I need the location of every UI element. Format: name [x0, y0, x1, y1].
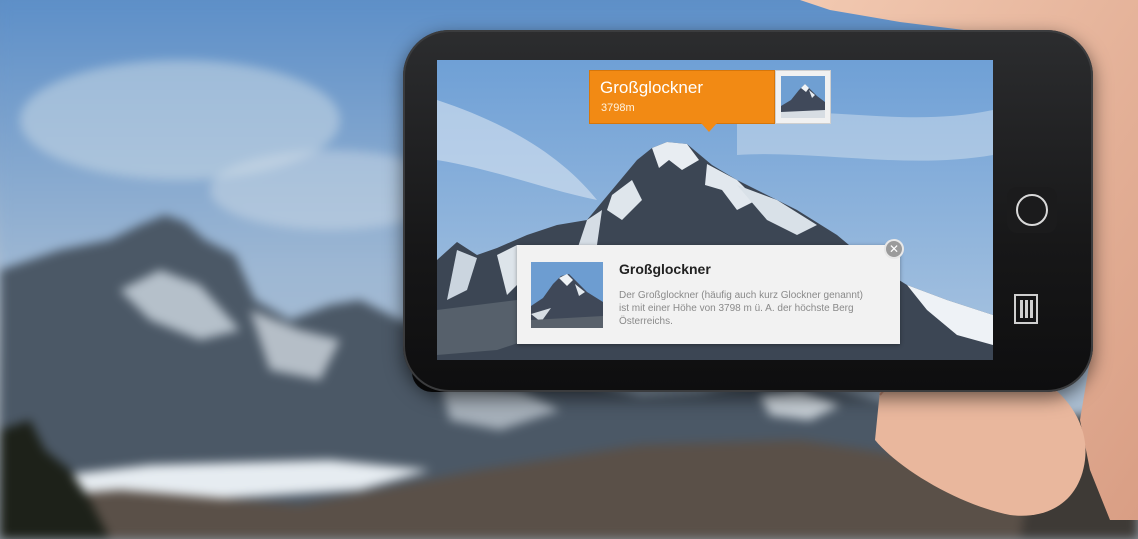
- ar-label-pointer: [701, 123, 717, 132]
- info-card-thumbnail: [531, 262, 603, 328]
- menu-icon[interactable]: [1014, 294, 1038, 324]
- poi-altitude: 3798m: [601, 102, 635, 114]
- camera-viewport: Großglockner 3798m Großglockner Der Groß…: [437, 60, 993, 360]
- info-card-title: Großglockner: [619, 261, 711, 277]
- poi-name: Großglockner: [600, 78, 703, 97]
- ar-poi-label[interactable]: Großglockner 3798m: [589, 70, 831, 124]
- home-button-icon: [1016, 194, 1048, 226]
- close-icon: ✕: [888, 242, 900, 256]
- info-card-description: Der Großglockner (häufig auch kurz Glock…: [619, 290, 864, 327]
- poi-info-card[interactable]: Großglockner Der Großglockner (häufig au…: [517, 245, 900, 344]
- poi-thumbnail: [775, 70, 831, 124]
- close-button[interactable]: ✕: [884, 239, 904, 259]
- ar-label-body: Großglockner 3798m: [589, 70, 775, 124]
- home-button[interactable]: [1007, 187, 1057, 233]
